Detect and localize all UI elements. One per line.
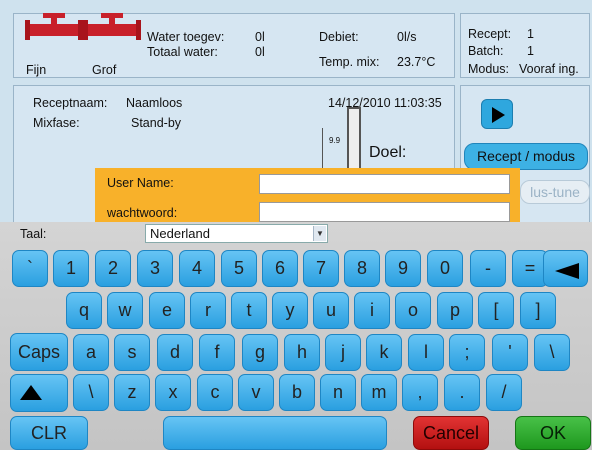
username-label: User Name: <box>107 176 174 190</box>
key-0-row3[interactable]: a <box>73 334 109 371</box>
key-4-row1[interactable]: 4 <box>179 250 215 287</box>
water-added-label: Water toegev: <box>147 30 225 44</box>
datetime: 14/12/2010 11:03:35 <box>328 96 442 110</box>
key-o-row2[interactable]: o <box>395 292 431 329</box>
key-i-row2[interactable]: i <box>354 292 390 329</box>
caps-lock-key[interactable]: Caps <box>10 333 68 371</box>
key-u-row2[interactable]: u <box>313 292 349 329</box>
key-9-row4[interactable]: . <box>444 374 480 411</box>
shift-key[interactable] <box>10 374 68 412</box>
arrow-up-icon <box>20 385 42 400</box>
key-1-row3[interactable]: s <box>114 334 150 371</box>
recipe-mode-button[interactable]: Recept / modus <box>464 143 588 170</box>
login-dialog: User Name: wachtwoord: <box>95 168 520 228</box>
valve-coarse-label: Grof <box>92 63 117 77</box>
play-icon <box>492 107 505 123</box>
flow-rate-label: Debiet: <box>319 30 359 44</box>
key-q-row2[interactable]: q <box>66 292 102 329</box>
recipe-name-value: Naamloos <box>126 96 183 110</box>
key-10-row3[interactable]: ' <box>492 334 528 371</box>
spacebar-key[interactable] <box>163 416 387 450</box>
start-button[interactable] <box>481 99 513 129</box>
password-label: wachtwoord: <box>107 206 178 220</box>
key-5-row3[interactable]: h <box>284 334 320 371</box>
key-4-row3[interactable]: g <box>242 334 278 371</box>
recipe-number-value: 1 <box>527 27 534 41</box>
level-gauge <box>347 107 361 172</box>
gauge-top-tick: 9.9 <box>329 136 341 145</box>
key-[-row2[interactable]: [ <box>478 292 514 329</box>
mix-phase-value: Stand-by <box>131 116 182 130</box>
key-6-row1[interactable]: 6 <box>262 250 298 287</box>
loop-tune-button[interactable]: lus-tune <box>520 180 590 204</box>
key-w-row2[interactable]: w <box>107 292 143 329</box>
key-6-row4[interactable]: n <box>320 374 356 411</box>
key-7-row1[interactable]: 7 <box>303 250 339 287</box>
key-p-row2[interactable]: p <box>437 292 473 329</box>
key-3-row3[interactable]: f <box>199 334 235 371</box>
key-8-row1[interactable]: 8 <box>344 250 380 287</box>
key-5-row4[interactable]: b <box>279 374 315 411</box>
gauge-axis <box>322 128 323 172</box>
mix-temp-value: 23.7°C <box>397 55 436 69</box>
language-selected-value: Nederland <box>150 226 210 241</box>
key-10-row4[interactable]: / <box>486 374 522 411</box>
mix-temp-label: Temp. mix: <box>319 55 380 69</box>
key-0-row1[interactable]: ` <box>12 250 48 287</box>
mode-value: Vooraf ing. <box>519 62 579 76</box>
language-label: Taal: <box>20 227 47 241</box>
chevron-down-icon[interactable]: ▼ <box>313 226 326 241</box>
key-2-row4[interactable]: x <box>155 374 191 411</box>
cancel-button[interactable]: Cancel <box>413 416 489 450</box>
ok-button[interactable]: OK <box>515 416 591 450</box>
key-t-row2[interactable]: t <box>231 292 267 329</box>
key-y-row2[interactable]: y <box>272 292 308 329</box>
key-7-row3[interactable]: k <box>366 334 402 371</box>
key-1-row4[interactable]: z <box>114 374 150 411</box>
valve-fine-label: Fijn <box>26 63 47 77</box>
key-2-row3[interactable]: d <box>157 334 193 371</box>
total-water-label: Totaal water: <box>147 45 218 59</box>
recipe-number-label: Recept: <box>468 27 512 41</box>
key-8-row3[interactable]: l <box>408 334 444 371</box>
target-label: Doel: <box>369 144 407 161</box>
batch-value: 1 <box>527 44 534 58</box>
total-water-value: 0l <box>255 45 265 59</box>
water-added-value: 0l <box>255 30 265 44</box>
valve-fine-icon <box>25 13 83 44</box>
key-2-row1[interactable]: 2 <box>95 250 131 287</box>
key-0-row4[interactable]: \ <box>73 374 109 411</box>
backspace-key[interactable] <box>543 250 588 287</box>
key-8-row4[interactable]: , <box>402 374 438 411</box>
key-r-row2[interactable]: r <box>190 292 226 329</box>
key-3-row1[interactable]: 3 <box>137 250 173 287</box>
key-e-row2[interactable]: e <box>149 292 185 329</box>
key-11-row3[interactable]: \ <box>534 334 570 371</box>
password-input[interactable] <box>259 202 510 222</box>
recipe-name-label: Receptnaam: <box>33 96 108 110</box>
language-select[interactable]: Nederland ▼ <box>145 224 328 243</box>
key-11-row1[interactable]: - <box>470 250 506 287</box>
username-input[interactable] <box>259 174 510 194</box>
key-9-row1[interactable]: 9 <box>385 250 421 287</box>
key-]-row2[interactable]: ] <box>520 292 556 329</box>
key-10-row1[interactable]: 0 <box>427 250 463 287</box>
flow-rate-value: 0l/s <box>397 30 417 44</box>
batch-label: Batch: <box>468 44 504 58</box>
clear-button[interactable]: CLR <box>10 416 88 450</box>
key-5-row1[interactable]: 5 <box>221 250 257 287</box>
mix-phase-label: Mixfase: <box>33 116 80 130</box>
arrow-left-icon <box>555 263 579 279</box>
key-6-row3[interactable]: j <box>325 334 361 371</box>
valve-coarse-icon <box>83 13 141 44</box>
key-1-row1[interactable]: 1 <box>53 250 89 287</box>
key-4-row4[interactable]: v <box>238 374 274 411</box>
key-3-row4[interactable]: c <box>197 374 233 411</box>
key-7-row4[interactable]: m <box>361 374 397 411</box>
key-9-row3[interactable]: ; <box>449 334 485 371</box>
mode-label: Modus: <box>468 62 509 76</box>
